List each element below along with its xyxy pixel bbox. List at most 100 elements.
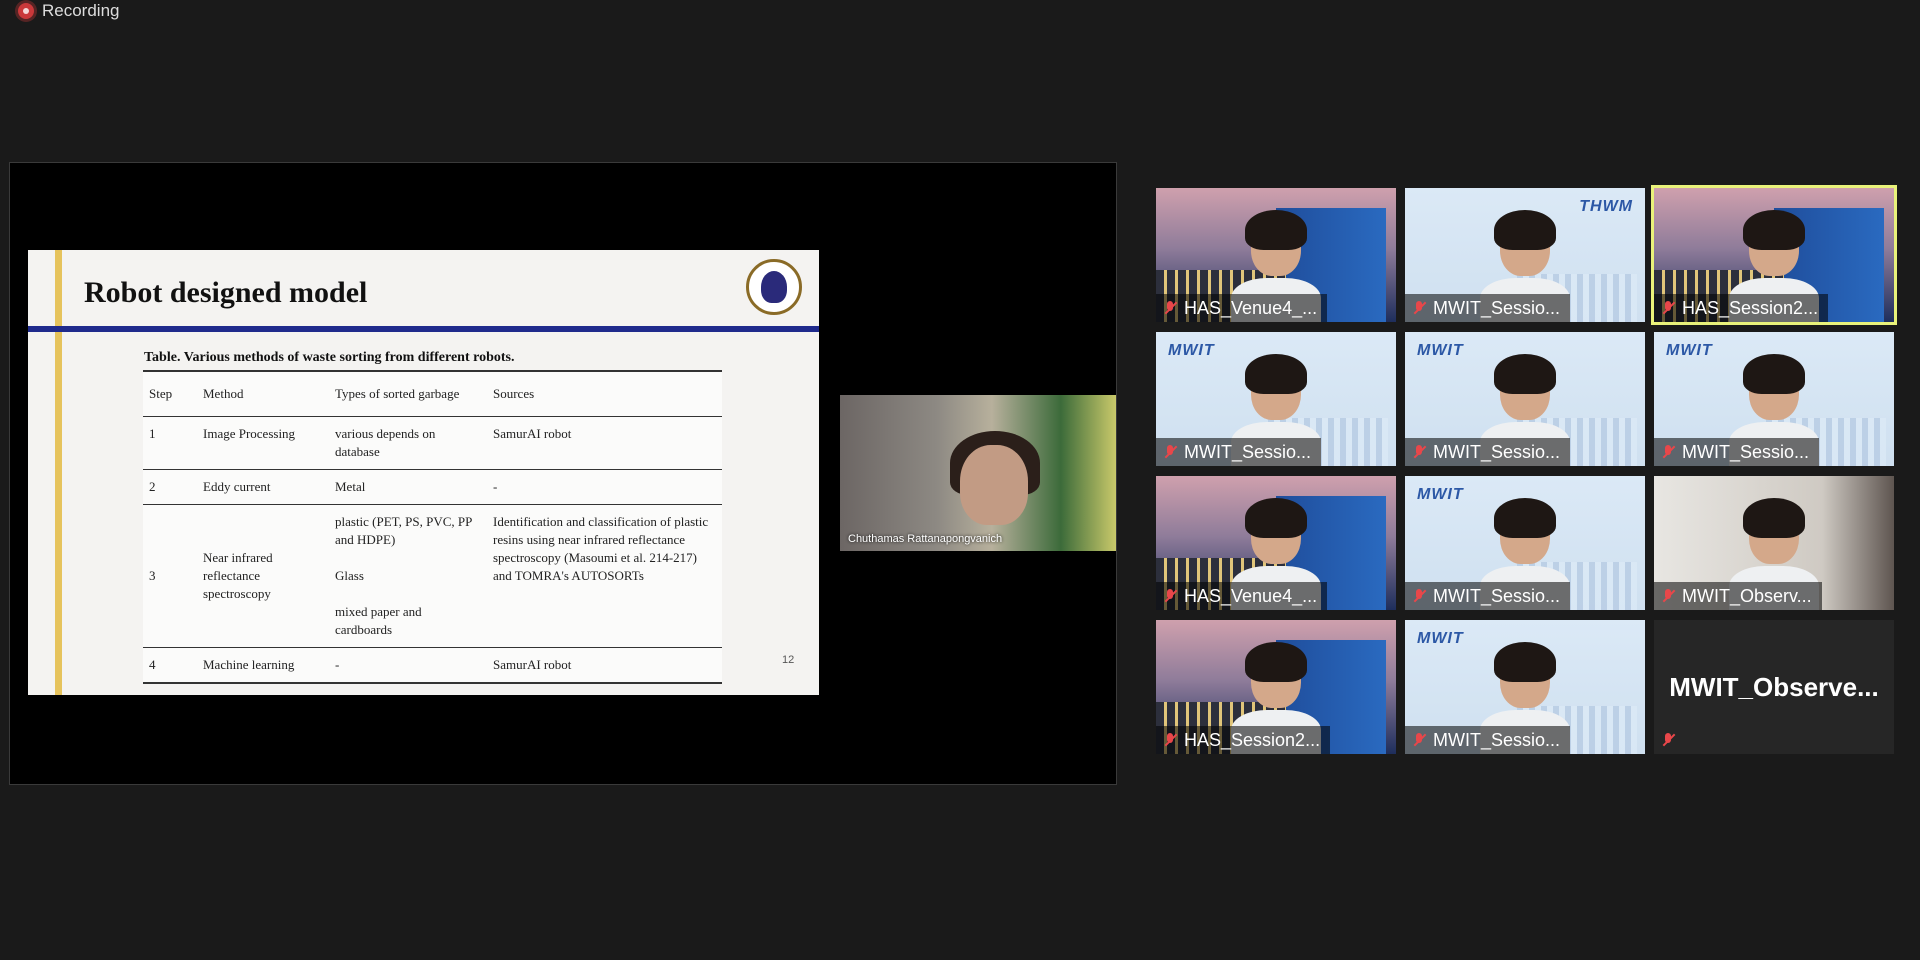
header-cell: Method: [197, 370, 329, 417]
person-hair: [1494, 210, 1556, 250]
participant-name: MWIT_Sessio...: [1433, 585, 1561, 606]
waste-sorting-table: Step Method Types of sorted garbage Sour…: [143, 370, 722, 684]
slide-page-number: 12: [782, 654, 795, 666]
mic-muted-icon: [1411, 588, 1427, 604]
shared-screen: Robot designed model Table. Various meth…: [9, 162, 1117, 785]
participant-tile[interactable]: MWIT_Observe...: [1654, 620, 1894, 754]
table-cell: Identification and classification of pla…: [487, 504, 722, 648]
participant-name: HAS_Session2...: [1184, 729, 1321, 750]
background-logo: MWIT: [1417, 342, 1464, 359]
participant-name: HAS_Venue4_...: [1184, 585, 1318, 606]
presentation-slide: Robot designed model Table. Various meth…: [28, 250, 819, 695]
participant-name: MWIT_Sessio...: [1682, 441, 1810, 462]
mic-muted-icon: [1660, 300, 1676, 316]
mic-muted-icon: [1162, 300, 1178, 316]
background-logo: MWIT: [1417, 486, 1464, 503]
slide-accent-bar: [55, 250, 62, 695]
recording-dot-icon: [18, 3, 34, 19]
recording-indicator[interactable]: Recording: [18, 0, 120, 22]
presenter-video[interactable]: Chuthamas Rattanapongvanich: [840, 395, 1116, 551]
participant-tile[interactable]: THWM MWIT_Sessio...: [1405, 188, 1645, 322]
mic-muted-icon: [1660, 588, 1676, 604]
participant-tile[interactable]: MWIT_Observ...: [1654, 476, 1894, 610]
participant-name-bar: MWIT_Observ...: [1654, 582, 1822, 610]
participant-name-bar: [1654, 726, 1686, 754]
participant-name: HAS_Venue4_...: [1184, 297, 1318, 318]
participant-tile[interactable]: HAS_Session2...: [1156, 620, 1396, 754]
person-hair: [1245, 210, 1307, 250]
table-cell: 4: [143, 647, 197, 684]
table-caption: Table. Various methods of waste sorting …: [144, 350, 515, 365]
participant-name-bar: MWIT_Sessio...: [1654, 438, 1820, 466]
participant-tile[interactable]: MWIT MWIT_Sessio...: [1654, 332, 1894, 466]
table-cell: 2: [143, 469, 197, 505]
table-cell: Machine learning: [197, 647, 329, 684]
mic-muted-icon: [1411, 732, 1427, 748]
participant-tile[interactable]: MWIT MWIT_Sessio...: [1405, 332, 1645, 466]
participant-name-bar: HAS_Session2...: [1156, 726, 1331, 754]
table-row: 1 Image Processing various depends on da…: [143, 416, 722, 470]
participant-name-bar: MWIT_Sessio...: [1405, 294, 1571, 322]
participant-name: MWIT_Sessio...: [1433, 729, 1561, 750]
slide-title: Robot designed model: [84, 276, 368, 309]
person-hair: [1743, 210, 1805, 250]
table-cell: Eddy current: [197, 469, 329, 505]
table-cell: SamurAI robot: [487, 416, 722, 470]
participant-tile[interactable]: MWIT MWIT_Sessio...: [1405, 476, 1645, 610]
person-hair: [1245, 642, 1307, 682]
participant-name: MWIT_Sessio...: [1433, 297, 1561, 318]
person-hair: [1743, 498, 1805, 538]
participant-name-bar: HAS_Venue4_...: [1156, 294, 1328, 322]
mic-muted-icon: [1162, 732, 1178, 748]
participant-name: MWIT_Sessio...: [1184, 441, 1312, 462]
table-cell: SamurAI robot: [487, 647, 722, 684]
participant-tile[interactable]: HAS_Session2...: [1651, 185, 1897, 325]
table-cell: 3: [143, 504, 197, 648]
background-logo: MWIT: [1168, 342, 1215, 359]
person-hair: [1494, 498, 1556, 538]
participant-name: HAS_Session2...: [1682, 297, 1819, 318]
participant-name-bar: MWIT_Sessio...: [1405, 726, 1571, 754]
mic-muted-icon: [1411, 300, 1427, 316]
table-cell: various depends on database: [329, 416, 487, 470]
background-logo: THWM: [1579, 198, 1633, 215]
participant-name-bar: MWIT_Sessio...: [1405, 438, 1571, 466]
table-row: 4 Machine learning - SamurAI robot: [143, 647, 722, 684]
table-cell: Metal: [329, 469, 487, 505]
participant-tile[interactable]: MWIT MWIT_Sessio...: [1405, 620, 1645, 754]
table-cell: plastic (PET, PS, PVC, PP and HDPE) Glas…: [329, 504, 487, 648]
mic-muted-icon: [1660, 444, 1676, 460]
participant-name: MWIT_Sessio...: [1433, 441, 1561, 462]
presenter-name: Chuthamas Rattanapongvanich: [848, 533, 1003, 545]
slide-divider: [28, 326, 819, 332]
person-hair: [1494, 642, 1556, 682]
recording-label: Recording: [42, 1, 120, 20]
mic-muted-icon: [1162, 444, 1178, 460]
participant-name-bar: MWIT_Sessio...: [1156, 438, 1322, 466]
table-row: 2 Eddy current Metal -: [143, 469, 722, 505]
person-hair: [1245, 354, 1307, 394]
person-hair: [1743, 354, 1805, 394]
table-cell: -: [487, 469, 722, 505]
table-cell: Near infrared reflectance spectroscopy: [197, 504, 329, 648]
background-logo: MWIT: [1666, 342, 1713, 359]
header-cell: Step: [143, 370, 197, 417]
presenter-face: [960, 445, 1028, 525]
person-hair: [1494, 354, 1556, 394]
header-cell: Sources: [487, 370, 722, 417]
participant-tile[interactable]: MWIT MWIT_Sessio...: [1156, 332, 1396, 466]
participant-tile[interactable]: HAS_Venue4_...: [1156, 476, 1396, 610]
participant-tile[interactable]: HAS_Venue4_...: [1156, 188, 1396, 322]
participant-display-name: MWIT_Observe...: [1669, 672, 1879, 702]
mic-muted-icon: [1660, 732, 1676, 748]
mic-muted-icon: [1162, 588, 1178, 604]
table-header-row: Step Method Types of sorted garbage Sour…: [143, 370, 722, 417]
participant-gallery: HAS_Venue4_... THWM MWIT_Sessio... HAS_Sess…: [1156, 185, 1897, 756]
header-cell: Types of sorted garbage: [329, 370, 487, 417]
participant-name-bar: HAS_Venue4_...: [1156, 582, 1328, 610]
participant-name: MWIT_Observ...: [1682, 585, 1812, 606]
table-row: 3 Near infrared reflectance spectroscopy…: [143, 504, 722, 648]
person-hair: [1245, 498, 1307, 538]
table-cell: -: [329, 647, 487, 684]
table-cell: Image Processing: [197, 416, 329, 470]
